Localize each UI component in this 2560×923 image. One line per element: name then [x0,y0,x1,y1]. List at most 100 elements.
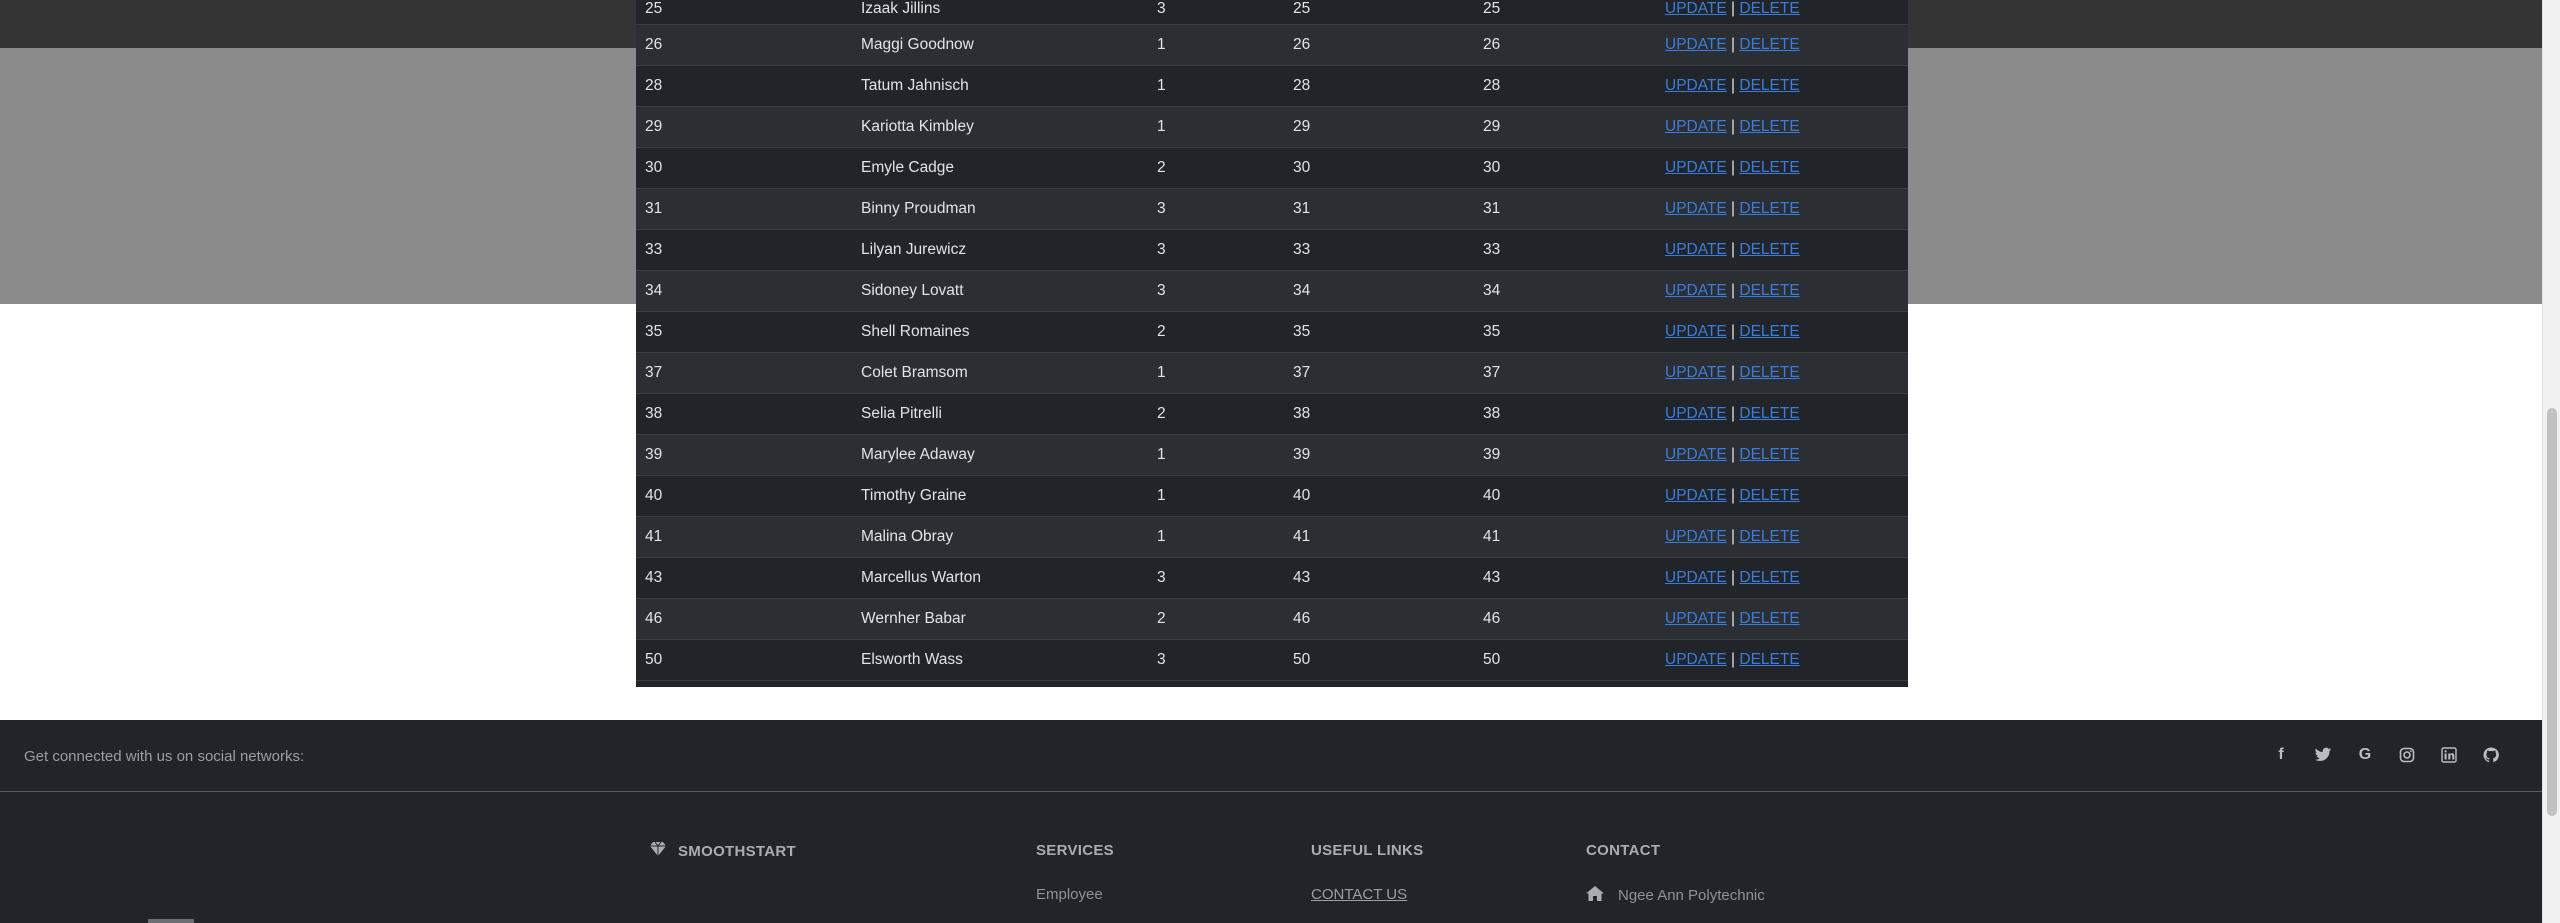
cell-col4: 39 [1284,434,1474,476]
cell-id: 39 [636,434,852,476]
cell-id: 50 [636,639,852,681]
delete-link[interactable]: DELETE [1739,569,1799,586]
services-heading: SERVICES [1036,842,1114,859]
table-row: 38 Selia Pitrelli 2 38 38 UPDATE | DELETE [636,393,1908,435]
cell-actions: UPDATE | DELETE [1656,434,1908,476]
table-row: 50 Elsworth Wass 3 50 50 UPDATE | DELETE [636,639,1908,681]
update-link[interactable]: UPDATE [1665,446,1727,463]
update-link[interactable]: UPDATE [1665,569,1727,586]
footer-contact-column: CONTACT Ngee Ann Polytechnic [1586,842,1765,904]
social-icons: f G [2270,744,2502,766]
employee-table: 25 Izaak Jillins 3 25 25 UPDATE | DELETE 26 Mag… [636,0,1908,681]
scrollbar-thumb[interactable] [2547,408,2557,816]
delete-link[interactable]: DELETE [1739,36,1799,53]
update-link[interactable]: UPDATE [1665,36,1727,53]
cell-col5: 39 [1474,434,1656,476]
delete-link[interactable]: DELETE [1739,487,1799,504]
cell-col3: 1 [1148,434,1284,476]
cell-col3: 3 [1148,557,1284,599]
delete-link[interactable]: DELETE [1739,446,1799,463]
facebook-icon[interactable]: f [2270,744,2292,766]
update-link[interactable]: UPDATE [1665,528,1727,545]
cell-actions: UPDATE | DELETE [1656,475,1908,517]
footer-brand: SMOOTHSTART [650,841,797,860]
delete-link[interactable]: DELETE [1739,364,1799,381]
contact-us-link[interactable]: CONTACT US [1311,886,1407,903]
delete-link[interactable]: DELETE [1739,241,1799,258]
update-link[interactable]: UPDATE [1665,610,1727,627]
cell-col4: 26 [1284,24,1474,66]
update-link[interactable]: UPDATE [1665,651,1727,668]
action-separator: | [1731,117,1736,135]
delete-link[interactable]: DELETE [1739,0,1799,17]
cell-name: Selia Pitrelli [852,393,1148,435]
cell-name: Izaak Jillins [852,0,1148,25]
cell-col3: 3 [1148,229,1284,271]
action-separator: | [1731,240,1736,258]
cell-col5: 40 [1474,475,1656,517]
contact-heading: CONTACT [1586,842,1661,859]
update-link[interactable]: UPDATE [1665,159,1727,176]
delete-link[interactable]: DELETE [1739,528,1799,545]
cell-col4: 29 [1284,106,1474,148]
update-link[interactable]: UPDATE [1665,241,1727,258]
update-link[interactable]: UPDATE [1665,0,1727,17]
brand-title: SMOOTHSTART [678,842,797,860]
linkedin-icon[interactable] [2438,744,2460,766]
delete-link[interactable]: DELETE [1739,651,1799,668]
delete-link[interactable]: DELETE [1739,405,1799,422]
instagram-icon[interactable] [2396,744,2418,766]
table-row: 30 Emyle Cadge 2 30 30 UPDATE | DELETE [636,147,1908,189]
delete-link[interactable]: DELETE [1739,323,1799,340]
cell-col3: 1 [1148,106,1284,148]
google-icon[interactable]: G [2354,744,2376,766]
cell-name: Tatum Jahnisch [852,65,1148,107]
cell-id: 25 [636,0,852,25]
cell-col4: 41 [1284,516,1474,558]
vertical-scrollbar[interactable] [2542,0,2560,923]
table-row: 34 Sidoney Lovatt 3 34 34 UPDATE | DELETE [636,270,1908,312]
cell-id: 33 [636,229,852,271]
action-separator: | [1731,35,1736,53]
action-separator: | [1731,322,1736,340]
update-link[interactable]: UPDATE [1665,405,1727,422]
update-link[interactable]: UPDATE [1665,200,1727,217]
action-separator: | [1731,609,1736,627]
action-separator: | [1731,568,1736,586]
cell-actions: UPDATE | DELETE [1656,229,1908,271]
cell-actions: UPDATE | DELETE [1656,147,1908,189]
cell-actions: UPDATE | DELETE [1656,311,1908,353]
action-separator: | [1731,527,1736,545]
delete-link[interactable]: DELETE [1739,77,1799,94]
delete-link[interactable]: DELETE [1739,118,1799,135]
cell-col4: 46 [1284,598,1474,640]
cell-id: 41 [636,516,852,558]
github-icon[interactable] [2480,744,2502,766]
cell-actions: UPDATE | DELETE [1656,352,1908,394]
delete-link[interactable]: DELETE [1739,200,1799,217]
table-row: 29 Kariotta Kimbley 1 29 29 UPDATE | DELETE [636,106,1908,148]
delete-link[interactable]: DELETE [1739,282,1799,299]
cell-col5: 28 [1474,65,1656,107]
update-link[interactable]: UPDATE [1665,323,1727,340]
useful-links-item: CONTACT US [1311,886,1407,903]
cell-name: Colet Bramsom [852,352,1148,394]
action-separator: | [1731,486,1736,504]
delete-link[interactable]: DELETE [1739,610,1799,627]
bottom-edge-marker [148,919,194,923]
cell-col5: 31 [1474,188,1656,230]
cell-col4: 40 [1284,475,1474,517]
update-link[interactable]: UPDATE [1665,282,1727,299]
contact-address: Ngee Ann Polytechnic [1618,887,1765,904]
update-link[interactable]: UPDATE [1665,487,1727,504]
cell-col3: 3 [1148,188,1284,230]
update-link[interactable]: UPDATE [1665,364,1727,381]
update-link[interactable]: UPDATE [1665,77,1727,94]
update-link[interactable]: UPDATE [1665,118,1727,135]
delete-link[interactable]: DELETE [1739,159,1799,176]
cell-col3: 2 [1148,147,1284,189]
cell-actions: UPDATE | DELETE [1656,598,1908,640]
table-row: 39 Marylee Adaway 1 39 39 UPDATE | DELETE [636,434,1908,476]
employee-table-body: 25 Izaak Jillins 3 25 25 UPDATE | DELETE 26 Mag… [636,0,1908,681]
twitter-icon[interactable] [2312,744,2334,766]
